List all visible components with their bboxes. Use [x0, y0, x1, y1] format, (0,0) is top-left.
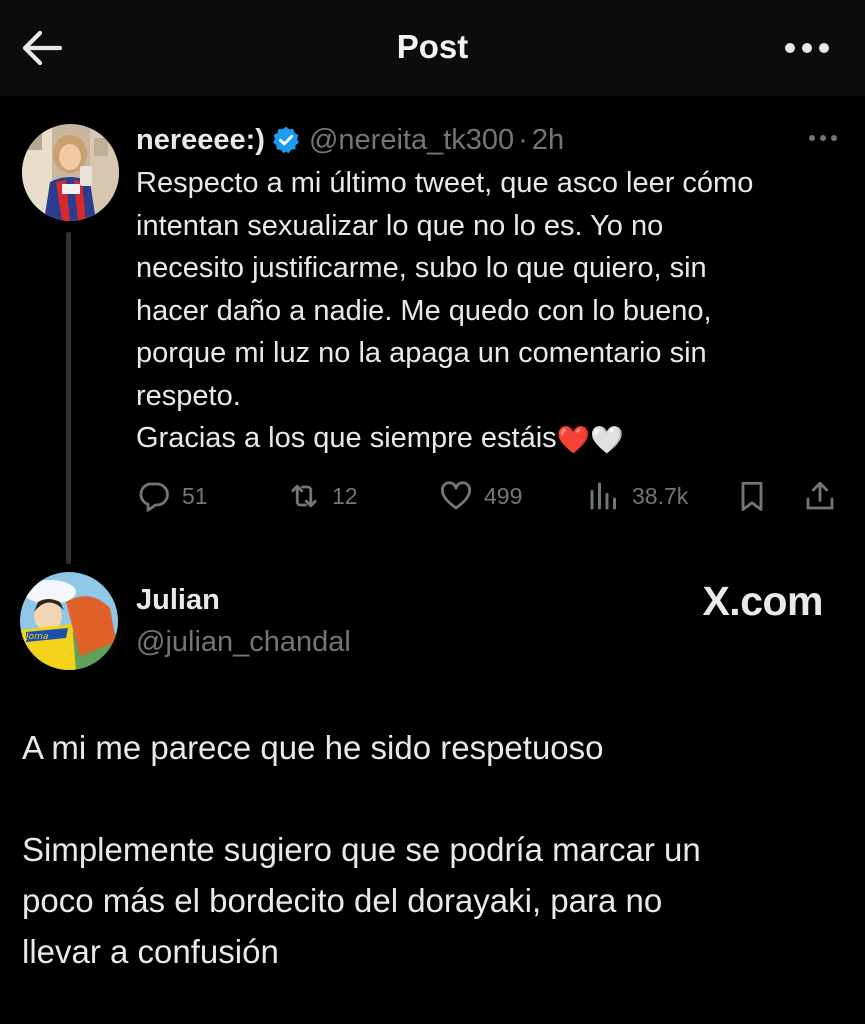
- tweet-actions: 51 12 499 38.7k: [136, 474, 846, 518]
- reply-paragraph: A mi me parece que he sido respetuoso: [22, 729, 604, 766]
- more-options-button[interactable]: [779, 30, 835, 66]
- reply-button[interactable]: 51: [136, 474, 208, 518]
- tweet-text-line: Respecto a mi último tweet, que asco lee…: [136, 167, 754, 199]
- repost-icon: [291, 484, 317, 508]
- separator-dot: ·: [518, 123, 528, 156]
- verified-badge-icon: [271, 125, 301, 155]
- author-handle[interactable]: @nereita_tk300: [309, 124, 514, 157]
- views-count: 38.7k: [632, 482, 689, 509]
- page-title: Post: [396, 28, 469, 65]
- like-count: 499: [484, 482, 523, 509]
- like-button[interactable]: 499: [438, 474, 522, 518]
- views-button[interactable]: 38.7k: [586, 474, 688, 518]
- heart-emojis: ❤️🤍: [556, 425, 624, 455]
- avatar[interactable]: [22, 124, 119, 221]
- tweet-text-line: hacer daño a nadie. Me quedo con lo buen…: [136, 294, 712, 327]
- tweet-more-button[interactable]: [803, 122, 843, 154]
- svg-text:Joma: Joma: [24, 632, 48, 642]
- tweet-text-line: respeto.: [136, 379, 241, 412]
- tweet-header: nereeee:) @nereita_tk300 · 2h: [136, 120, 564, 160]
- repost-button[interactable]: 12: [286, 474, 358, 518]
- reply-author-handle[interactable]: @julian_chandal: [136, 626, 351, 659]
- tweet-text: Respecto a mi último tweet, que asco lee…: [136, 162, 846, 462]
- reply-icon: [139, 482, 169, 512]
- x-com-watermark: X.com: [702, 578, 823, 624]
- tweet-text-last-line: Gracias a los que siempre estáis❤️🤍: [136, 417, 846, 462]
- repost-count: 12: [332, 482, 358, 509]
- reply-paragraph-line: Simplemente sugiero que se podría marcar…: [22, 831, 701, 868]
- author-display-name[interactable]: nereeee:): [136, 124, 265, 157]
- tweet-text-line: Gracias a los que siempre estáis: [136, 422, 557, 454]
- reply-paragraph-line: llevar a confusión: [22, 933, 279, 970]
- reply-author-name[interactable]: Julian: [136, 584, 220, 617]
- post-time[interactable]: 2h: [532, 124, 564, 157]
- heart-icon: [440, 481, 472, 510]
- share-upload-icon: [806, 481, 834, 510]
- views-chart-icon: [590, 482, 616, 510]
- reply-count: 51: [182, 482, 208, 509]
- bookmark-button[interactable]: [734, 474, 770, 518]
- top-bar: Post: [0, 0, 865, 96]
- share-button[interactable]: [802, 474, 838, 518]
- tweet-text-line: intentan sexualizar lo que no lo es. Yo …: [136, 209, 664, 242]
- reply-text: A mi me parece que he sido respetuoso Si…: [22, 722, 852, 977]
- more-horizontal-icon: [809, 135, 837, 141]
- bookmark-icon: [741, 481, 763, 511]
- tweet-text-line: necesito justificarme, subo lo que quier…: [136, 252, 707, 284]
- more-horizontal-icon: [785, 43, 829, 53]
- reply-paragraph-line: poco más el bordecito del dorayaki, para…: [22, 882, 663, 919]
- tweet-text-line: porque mi luz no la apaga un comentario …: [136, 337, 707, 369]
- avatar[interactable]: Joma: [20, 572, 118, 670]
- thread-connector-line: [66, 232, 71, 564]
